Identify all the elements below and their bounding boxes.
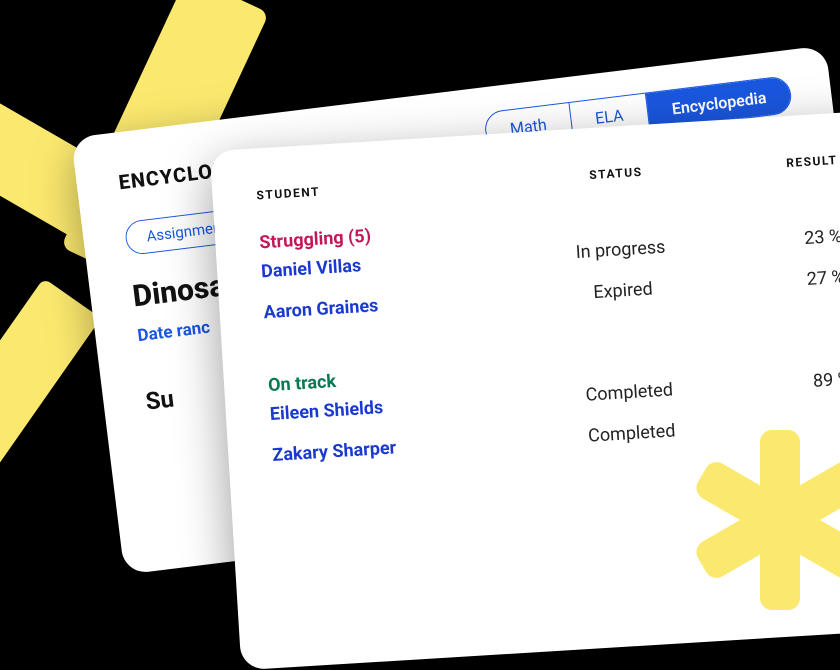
student-name[interactable]: Eileen Shields: [269, 388, 530, 425]
decorative-shape: [0, 278, 101, 482]
student-result: 23 %: [720, 225, 840, 254]
col-status: STATUS: [516, 160, 716, 186]
student-name[interactable]: Zakary Sharper: [272, 429, 533, 466]
student-result: [732, 419, 840, 427]
decorative-asterisk-icon: [690, 430, 840, 610]
student-result: 89 %: [728, 368, 840, 397]
student-status: Completed: [529, 376, 730, 409]
col-student: STUDENT: [256, 173, 516, 203]
student-status: Expired: [523, 274, 724, 307]
col-result: RESULT: [715, 152, 840, 174]
student-name[interactable]: Aaron Graines: [263, 286, 524, 323]
table-header: STUDENT STATUS RESULT: [256, 152, 840, 202]
student-status: In progress: [520, 233, 721, 266]
student-name[interactable]: Daniel Villas: [261, 245, 522, 282]
student-result: 27 %: [722, 266, 840, 295]
group-struggling: Struggling (5) Daniel Villas In progress…: [259, 196, 840, 335]
